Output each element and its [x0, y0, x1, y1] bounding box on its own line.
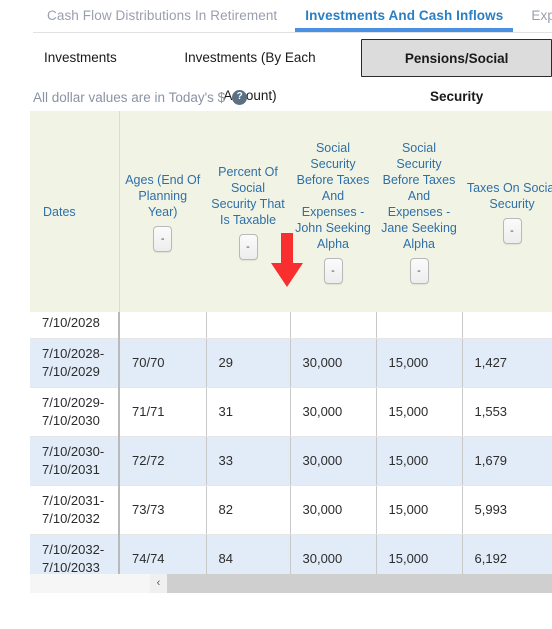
table-header: Dates Ages (End Of Planning Year) - Perc… — [30, 111, 552, 312]
horizontal-scrollbar[interactable]: ‹ — [150, 574, 552, 593]
cell-ss-jane: 15,000 — [376, 485, 463, 535]
subtab-investments-by-each-account[interactable]: Investments (By Each Account) — [139, 39, 361, 103]
cell-dates: 7/10/2029-7/10/2030 — [30, 387, 120, 437]
primary-tab-strip: Cash Flow Distributions In Retirement Inv… — [0, 0, 552, 33]
cell-ss-john: 30,000 — [290, 338, 377, 388]
cell-dates: 7/10/2028 — [30, 312, 120, 339]
table-row[interactable]: 7/10/2028-7/10/2029 70/70 29 30,000 15,0… — [30, 338, 552, 388]
cell-ages — [119, 312, 207, 339]
collapse-column-ss-jane-button[interactable]: - — [409, 257, 429, 284]
table-body: 7/10/2028 7/10/2028-7/10/2029 70/70 29 3… — [30, 312, 552, 593]
help-icon[interactable]: ? — [232, 89, 248, 105]
cell-ss-john: 30,000 — [290, 387, 377, 437]
column-header-ss-jane-label: Social Security Before Taxes And Expense… — [381, 140, 457, 251]
column-header-percent-taxable[interactable]: Percent Of Social Security That Is Taxab… — [206, 111, 290, 312]
horizontal-scrollbar-track[interactable] — [167, 574, 552, 593]
column-header-taxes-on-ss[interactable]: Taxes On Social Security - — [462, 111, 552, 312]
column-header-taxes-on-ss-label: Taxes On Social Security — [466, 180, 552, 211]
scrollbar-left-filler — [30, 574, 150, 593]
collapse-column-ages-button[interactable]: - — [153, 225, 173, 252]
table-row[interactable]: 7/10/2030-7/10/2031 72/72 33 30,000 15,0… — [30, 436, 552, 486]
cell-percent-taxable: 82 — [206, 485, 291, 535]
cell-taxes-on-ss: 5,993 — [462, 485, 552, 535]
cell-ages: 72/72 — [119, 436, 207, 486]
cell-ages: 70/70 — [119, 338, 207, 388]
table-header-row: Dates Ages (End Of Planning Year) - Perc… — [30, 111, 552, 312]
cell-ss-john: 30,000 — [290, 485, 377, 535]
cell-ss-john — [290, 312, 377, 339]
cell-taxes-on-ss — [462, 312, 552, 339]
cell-taxes-on-ss: 1,553 — [462, 387, 552, 437]
column-header-ss-john-label: Social Security Before Taxes And Expense… — [295, 140, 371, 251]
cell-ss-jane — [376, 312, 463, 339]
scroll-left-chevron-icon[interactable]: ‹ — [150, 574, 167, 593]
column-header-ss-john[interactable]: Social Security Before Taxes And Expense… — [290, 111, 376, 312]
subtab-pensions-social-security[interactable]: Pensions/Social Security — [361, 39, 552, 104]
cell-ss-jane: 15,000 — [376, 387, 463, 437]
cell-taxes-on-ss: 1,679 — [462, 436, 552, 486]
secondary-tab-row: Investments Investments (By Each Account… — [0, 33, 552, 104]
cell-percent-taxable: 29 — [206, 338, 291, 388]
cell-percent-taxable: 33 — [206, 436, 291, 486]
currency-note-text: All dollar values are in Today's $ — [33, 89, 226, 105]
collapse-column-percent-taxable-button[interactable]: - — [238, 233, 258, 260]
column-header-dates[interactable]: Dates — [30, 111, 120, 312]
cell-ages: 73/73 — [119, 485, 207, 535]
subtab-investments[interactable]: Investments — [22, 39, 139, 77]
collapse-column-taxes-on-ss-button[interactable]: - — [502, 217, 522, 244]
column-header-ss-jane[interactable]: Social Security Before Taxes And Expense… — [376, 111, 462, 312]
tab-cash-flow-distributions[interactable]: Cash Flow Distributions In Retirement — [33, 0, 291, 32]
tab-expenses[interactable]: Expenses — [517, 0, 552, 32]
column-header-percent-taxable-label: Percent Of Social Security That Is Taxab… — [211, 164, 285, 227]
table-row[interactable]: 7/10/2029-7/10/2030 71/71 31 30,000 15,0… — [30, 387, 552, 437]
pensions-social-security-table: Dates Ages (End Of Planning Year) - Perc… — [30, 111, 552, 593]
cell-ss-jane: 15,000 — [376, 338, 463, 388]
cell-dates: 7/10/2028-7/10/2029 — [30, 338, 120, 388]
column-header-ages-label: Ages (End Of Planning Year) — [125, 172, 201, 219]
collapse-column-ss-john-button[interactable]: - — [323, 257, 343, 284]
cell-ages: 71/71 — [119, 387, 207, 437]
cell-percent-taxable — [206, 312, 291, 339]
table-row[interactable]: 7/10/2028 — [30, 312, 552, 339]
column-header-dates-label: Dates — [43, 204, 76, 219]
cell-dates: 7/10/2030-7/10/2031 — [30, 436, 120, 486]
tab-strip-divider — [33, 32, 552, 33]
cell-percent-taxable: 31 — [206, 387, 291, 437]
cell-dates: 7/10/2031-7/10/2032 — [30, 485, 120, 535]
cell-taxes-on-ss: 1,427 — [462, 338, 552, 388]
table-row[interactable]: 7/10/2031-7/10/2032 73/73 82 30,000 15,0… — [30, 485, 552, 535]
pensions-social-security-table-container: Dates Ages (End Of Planning Year) - Perc… — [30, 111, 552, 593]
tab-investments-and-cash-inflows[interactable]: Investments And Cash Inflows — [291, 0, 517, 32]
cell-ss-jane: 15,000 — [376, 436, 463, 486]
column-header-ages[interactable]: Ages (End Of Planning Year) - — [119, 111, 206, 312]
cell-ss-john: 30,000 — [290, 436, 377, 486]
